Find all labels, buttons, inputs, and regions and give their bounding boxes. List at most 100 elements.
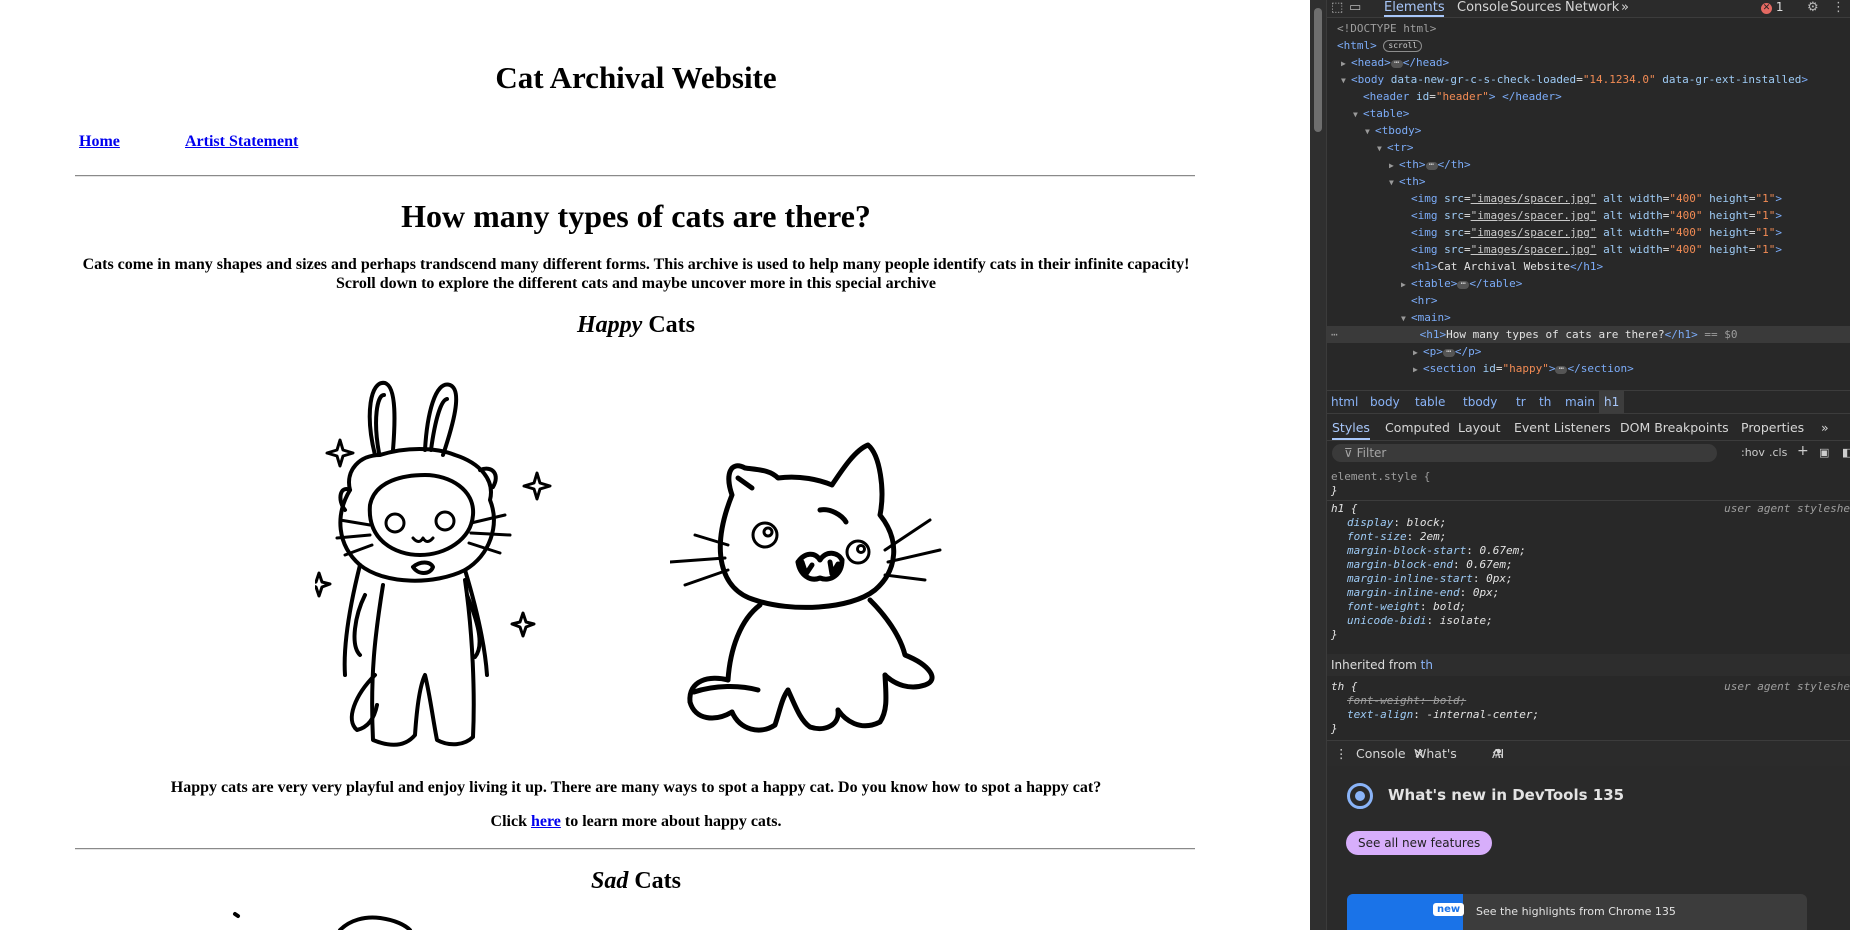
styles-filter-input[interactable]: ⊽ Filter [1332,444,1717,462]
device-toolbar-icon[interactable]: ▭ [1349,0,1361,16]
styles-filter-bar: ⊽ Filter :hov .cls + ▣ ◧ [1327,442,1850,466]
happy-learn-more: Click here to learn more about happy cat… [75,813,1197,831]
dom-h1-site-title[interactable]: <h1>Cat Archival Website</h1> [1327,258,1850,275]
happy-here-link[interactable]: here [531,813,561,830]
user-agent-label: user agent styleshe [1724,680,1850,693]
inspect-element-icon[interactable]: ⬚ [1331,0,1343,16]
happy-heading-rest: Cats [642,312,695,338]
dom-img[interactable]: <img src="images/spacer.jpg" alt width="… [1327,241,1850,258]
happy-heading-em: Happy [577,312,643,338]
dom-header[interactable]: <header id="header"> </header> [1327,88,1850,105]
cls-toggle[interactable]: .cls [1769,446,1787,459]
tab-layout[interactable]: Layout [1458,415,1501,440]
tab-computed[interactable]: Computed [1385,415,1450,440]
dom-html[interactable]: <html> scroll [1327,37,1850,54]
dom-tree[interactable]: <!DOCTYPE html> <html> scroll ▶ <head> ⋯ </… [1327,20,1850,388]
divider [75,848,1195,850]
settings-gear-icon[interactable]: ⚙ [1807,0,1819,16]
th-prop-struck[interactable]: font-weight: bold; [1347,694,1466,708]
tab-dom-breakpoints[interactable]: DOM Breakpoints [1620,415,1729,440]
h1-prop[interactable]: margin-block-start: 0.67em; [1347,544,1526,558]
h1-prop[interactable]: margin-inline-end: 0px; [1347,586,1499,600]
intro-paragraph: Cats come in many shapes and sizes and p… [75,255,1197,293]
h1-prop[interactable]: unicode-bidi: isolate; [1347,614,1493,628]
h1-prop[interactable]: margin-inline-start: 0px; [1347,572,1513,586]
divider [75,175,1195,177]
highlights-card[interactable]: new See the highlights from Chrome 135 [1347,894,1807,930]
error-icon: ✕ [1761,3,1772,14]
th-rule-selector[interactable]: th { [1331,680,1358,694]
tab-console[interactable]: Console [1457,0,1509,17]
tab-properties[interactable]: Properties [1741,415,1804,440]
new-rule-icon[interactable]: + [1797,443,1809,459]
h1-prop[interactable]: font-weight: bold; [1347,600,1466,614]
breadcrumb-tbody[interactable]: tbody [1463,391,1497,413]
toggle-sidebar-icon[interactable]: ◧ [1842,446,1850,459]
more-subtabs-icon[interactable]: » [1821,415,1829,440]
breadcrumb-body[interactable]: body [1370,391,1400,413]
dom-th-open[interactable]: ▼ <th> [1327,173,1850,190]
divider [1327,500,1850,501]
breadcrumb-tr[interactable]: tr [1516,391,1526,413]
tab-styles[interactable]: Styles [1332,415,1370,440]
drawer-menu-icon[interactable]: ⋮ [1335,741,1348,766]
more-tabs-icon[interactable]: » [1621,0,1629,17]
devtools-panel: ⬚ ▭ Elements Console Sources Network » ✕… [1310,0,1850,930]
drawer-tab-console[interactable]: Console [1356,741,1406,766]
tab-sources[interactable]: Sources [1510,0,1561,17]
scrollbar-thumb[interactable] [1314,8,1322,132]
page-scrollbar[interactable] [1310,0,1327,930]
click-suffix: to learn more about happy cats. [560,813,782,830]
element-style-rule[interactable]: element.style { [1331,470,1430,484]
inherited-th-link[interactable]: th [1421,658,1433,672]
dom-table[interactable]: ▼ <table> [1327,105,1850,122]
breadcrumb-table[interactable]: table [1415,391,1445,413]
dom-p[interactable]: ▶ <p> ⋯ </p> [1327,343,1850,360]
error-counter[interactable]: ✕ 1 [1761,0,1783,15]
walking-cat-illustration [670,442,942,733]
inherited-from-bar: Inherited from th [1327,654,1850,676]
dom-hr[interactable]: <hr> [1327,292,1850,309]
hov-toggle[interactable]: :hov [1741,446,1765,459]
breadcrumb-h1[interactable]: h1 [1599,391,1625,413]
h1-prop[interactable]: margin-block-end: 0.67em; [1347,558,1513,572]
flask-icon: ⚗ [1492,746,1504,761]
dom-tr[interactable]: ▼ <tr> [1327,139,1850,156]
filter-icon: ⊽ [1344,446,1353,460]
nav-artist-statement-link[interactable]: Artist Statement [185,133,298,151]
expand-triangle-icon: ▶ [1341,59,1346,68]
breadcrumb-th[interactable]: th [1539,391,1551,413]
site-title: Cat Archival Website [495,60,777,95]
dom-main[interactable]: ▼ <main> [1327,309,1850,326]
tab-elements[interactable]: Elements [1384,0,1445,17]
h1-prop[interactable]: display: block; [1347,516,1446,530]
dom-table-inner[interactable]: ▶ <table> ⋯ </table> [1327,275,1850,292]
h1-prop[interactable]: font-size: 2em; [1347,530,1446,544]
dom-img[interactable]: <img src="images/spacer.jpg" alt width="… [1327,190,1850,207]
filter-placeholder: Filter [1356,446,1387,460]
nav-home-link[interactable]: Home [79,133,120,151]
click-prefix: Click [490,813,531,830]
computed-sidebar-icon[interactable]: ▣ [1819,446,1829,459]
breadcrumb-html[interactable]: html [1331,391,1358,413]
dom-doctype[interactable]: <!DOCTYPE html> [1327,20,1850,37]
scroll-badge[interactable]: scroll [1383,40,1423,52]
more-options-icon[interactable]: ⋮ [1832,0,1845,16]
th-prop[interactable]: text-align: -internal-center; [1347,708,1539,722]
dom-head[interactable]: ▶ <head> ⋯ </head> [1327,54,1850,71]
dom-body[interactable]: ▼ <body data-new-gr-c-s-check-loaded="14.… [1327,71,1850,88]
tab-event-listeners[interactable]: Event Listeners [1514,415,1611,440]
dom-h1-selected[interactable]: ⋯ <h1>How many types of cats are there?</… [1327,326,1850,343]
breadcrumb-main[interactable]: main [1565,391,1595,413]
whats-new-title: What's new in DevTools 135 [1388,786,1625,804]
close-icon[interactable]: ✕ [1414,741,1424,766]
intro-line-2: Scroll down to explore the different cat… [336,275,936,292]
dom-img[interactable]: <img src="images/spacer.jpg" alt width="… [1327,224,1850,241]
dom-img[interactable]: <img src="images/spacer.jpg" alt width="… [1327,207,1850,224]
devtools-toolbar: ⬚ ▭ Elements Console Sources Network » ✕… [1327,0,1850,18]
dom-section[interactable]: ▶ <section id="happy"> ⋯ </section> [1327,360,1850,377]
see-all-features-button[interactable]: See all new features [1346,831,1493,855]
tab-network[interactable]: Network [1565,0,1619,17]
dom-tbody[interactable]: ▼ <tbody> [1327,122,1850,139]
dom-th-collapsed[interactable]: ▶ <th> ⋯ </th> [1327,156,1850,173]
